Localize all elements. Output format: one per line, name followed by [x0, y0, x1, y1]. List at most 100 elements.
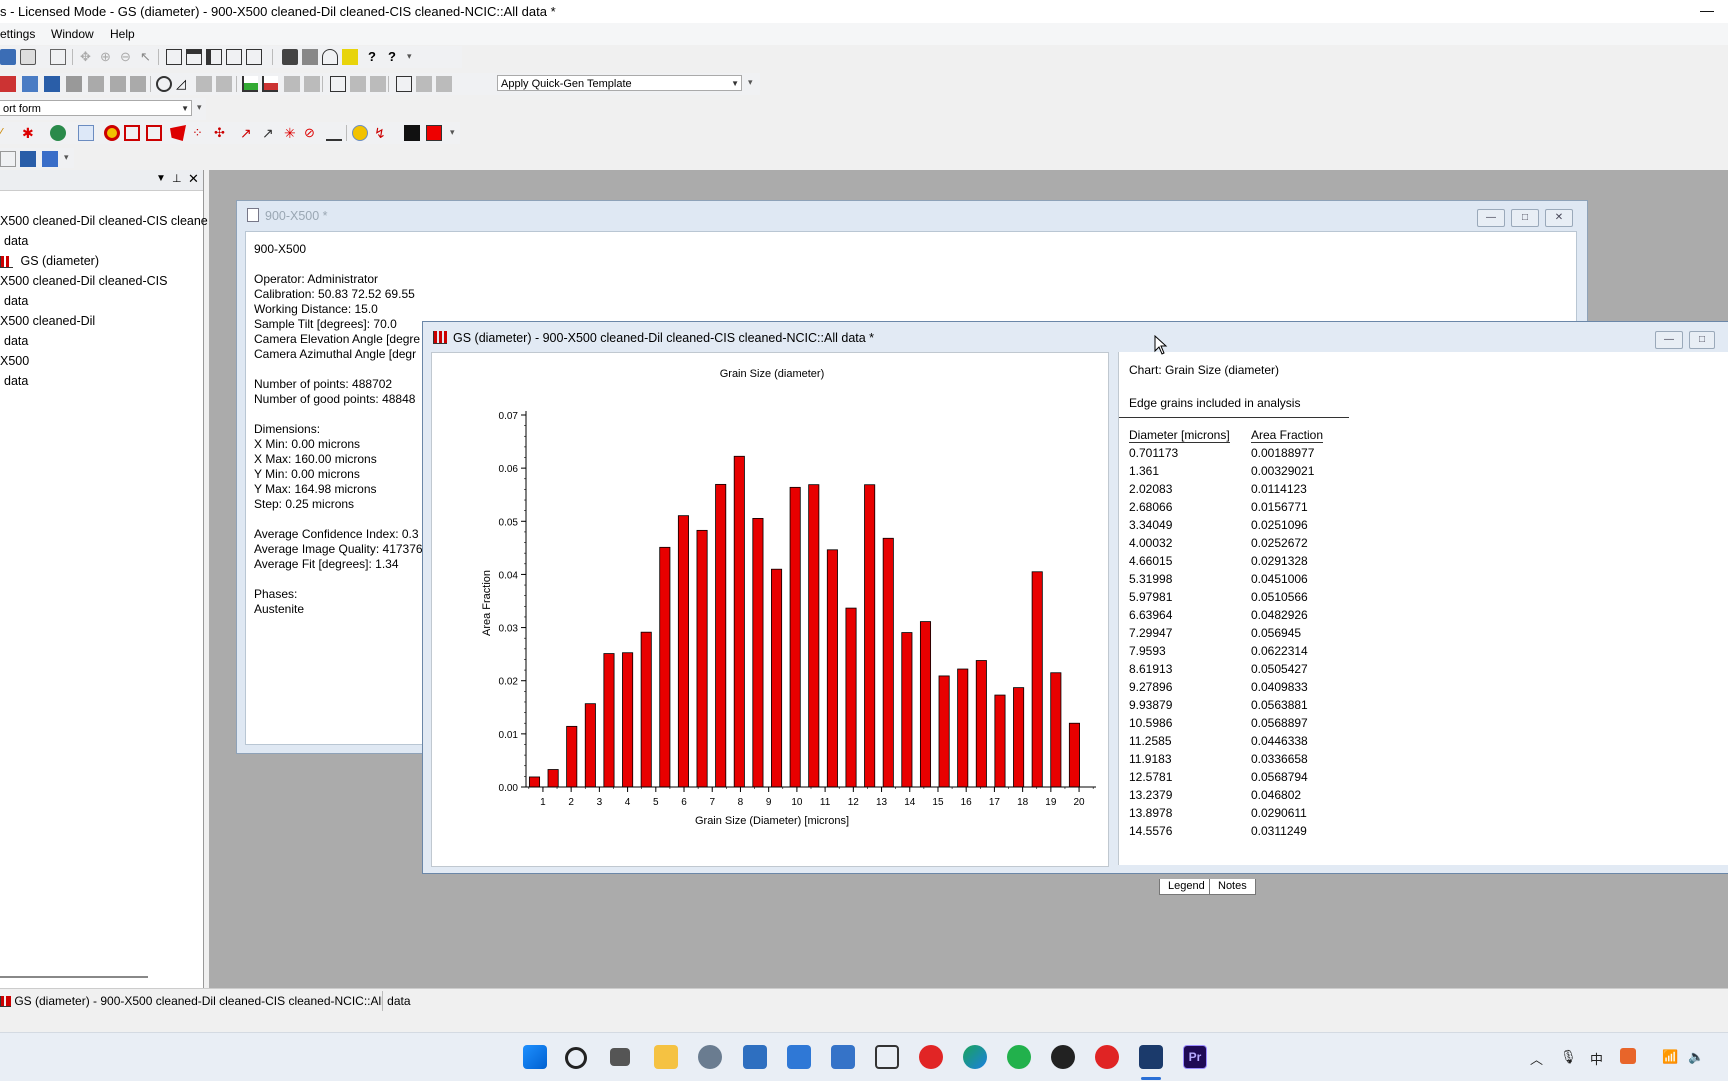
pole-figure-icon[interactable] [156, 76, 172, 92]
maximize-button[interactable]: □ [1511, 209, 1539, 227]
cascade-icon[interactable] [166, 49, 182, 65]
file-explorer-icon[interactable] [654, 1045, 678, 1069]
netease-icon[interactable] [919, 1045, 943, 1069]
tree-item[interactable]: data [4, 374, 28, 388]
histogram-icon[interactable] [262, 76, 278, 92]
report-form-dropdown[interactable]: ort form ▼ [0, 100, 192, 116]
polygon-select-icon[interactable] [170, 125, 186, 141]
minimize-button[interactable]: — [1700, 2, 1714, 18]
pointer-icon[interactable]: ↖ [140, 49, 156, 65]
print-icon[interactable] [20, 49, 36, 65]
task-view-icon[interactable] [610, 1048, 630, 1066]
arrow-tool-icon[interactable]: ↗ [240, 125, 256, 141]
export-icon[interactable] [282, 49, 298, 65]
premiere-icon[interactable]: Pr [1183, 1045, 1207, 1069]
frame-icon[interactable] [0, 151, 16, 167]
line-tool-icon[interactable]: ↗ [262, 125, 278, 141]
tree-item[interactable]: X500 [0, 354, 29, 368]
search-icon[interactable] [565, 1047, 587, 1069]
tree-item[interactable]: X500 cleaned-Dil cleaned-CIS cleane [0, 214, 208, 228]
disabled-icon-7 [284, 76, 300, 92]
link-icon[interactable]: ↯ [374, 125, 390, 141]
wifi-icon[interactable]: 📶 [1662, 1049, 1678, 1065]
text-report-icon[interactable] [330, 76, 346, 92]
tab-notes[interactable]: Notes [1209, 879, 1256, 895]
network-icon[interactable] [42, 151, 58, 167]
map-icon[interactable] [0, 76, 16, 92]
chart-window[interactable]: GS (diameter) - 900-X500 cleaned-Dil cle… [422, 321, 1728, 895]
box-select-icon[interactable] [146, 125, 162, 141]
horizontal-scrollbar[interactable] [0, 976, 148, 978]
tree-item[interactable]: data [4, 234, 28, 248]
wechat-icon[interactable] [1007, 1045, 1031, 1069]
gray-box-icon[interactable] [302, 49, 318, 65]
tree-item[interactable]: data [4, 294, 28, 308]
calendar-icon[interactable] [787, 1045, 811, 1069]
tree-item[interactable]: GS (diameter) [0, 254, 99, 268]
help-icon[interactable]: ? [368, 49, 384, 65]
gauge-icon[interactable] [322, 49, 338, 65]
star-tool-icon[interactable]: ✳ [284, 125, 300, 141]
point-select-icon[interactable] [78, 125, 94, 141]
pin-icon[interactable]: ⊥ [172, 172, 182, 185]
volume-icon[interactable]: 🔈 [1688, 1049, 1704, 1065]
red-color-icon[interactable] [426, 125, 442, 141]
chart-icon[interactable] [242, 76, 258, 92]
qq-icon[interactable] [1051, 1045, 1075, 1069]
microphone-icon[interactable]: 🎙 [1560, 1049, 1577, 1065]
quick-gen-template-dropdown[interactable]: Apply Quick-Gen Template ▼ [497, 75, 742, 91]
grain-select-icon[interactable] [124, 125, 140, 141]
highlight-toggle-icon[interactable] [352, 125, 368, 141]
tree-item[interactable]: X500 cleaned-Dil cleaned-CIS [0, 274, 167, 288]
arrange-icon[interactable] [226, 49, 242, 65]
eraser-icon[interactable]: ⊘ [304, 125, 320, 141]
tile-horizontal-icon[interactable] [186, 49, 202, 65]
calculator-icon[interactable] [743, 1045, 767, 1069]
save-icon[interactable] [0, 49, 16, 65]
gear-red-icon[interactable]: ✱ [22, 125, 38, 141]
close-button[interactable]: ✕ [1545, 209, 1573, 227]
menu-settings[interactable]: ettings [0, 27, 35, 41]
settings-icon[interactable] [698, 1045, 722, 1069]
chevron-down-icon[interactable]: ▼ [156, 173, 166, 184]
close-icon[interactable]: ✕ [188, 171, 199, 187]
menu-help[interactable]: Help [110, 27, 135, 41]
triangle-icon[interactable]: ◿ [176, 76, 192, 92]
highlight-icon[interactable] [342, 49, 358, 65]
wand-icon[interactable]: ⁄ [0, 125, 16, 141]
tile-vertical-icon[interactable] [206, 49, 222, 65]
tray-app-icon[interactable] [1620, 1048, 1636, 1064]
globe-icon[interactable] [50, 125, 66, 141]
maximize-button[interactable]: □ [1689, 331, 1715, 349]
ruler-icon[interactable] [326, 125, 342, 141]
chevron-up-icon[interactable]: ︿ [1530, 1049, 1543, 1068]
edge-icon[interactable] [963, 1045, 987, 1069]
zoom-in-icon[interactable]: ⊕ [100, 49, 116, 65]
grain-map-icon[interactable] [44, 76, 60, 92]
store-icon[interactable] [831, 1045, 855, 1069]
status-active-window[interactable]: GS (diameter) - 900-X500 cleaned-Dil cle… [0, 994, 411, 1008]
scatter-icon[interactable]: ⁘ [192, 125, 208, 141]
zoom-out-icon[interactable]: ⊖ [120, 49, 136, 65]
window-list-icon[interactable] [246, 49, 262, 65]
context-help-icon[interactable]: ? [388, 49, 404, 65]
page-setup-icon[interactable] [50, 49, 66, 65]
ime-indicator[interactable]: 中 [1590, 1049, 1603, 1068]
black-color-icon[interactable] [404, 125, 420, 141]
template-icon[interactable] [396, 76, 412, 92]
boundary-icon[interactable]: ✣ [214, 125, 230, 141]
tree-item[interactable]: data [4, 334, 28, 348]
tab-legend[interactable]: Legend [1159, 879, 1214, 895]
blue-map-icon[interactable] [20, 151, 36, 167]
minimize-button[interactable]: — [1477, 209, 1505, 227]
tree-item[interactable]: X500 cleaned-Dil [0, 314, 95, 328]
radio-icon[interactable] [875, 1045, 899, 1069]
menu-window[interactable]: Window [51, 27, 94, 41]
oim-app-icon[interactable] [1139, 1045, 1163, 1069]
windows-start-icon[interactable] [523, 1045, 547, 1069]
music-icon[interactable] [1095, 1045, 1119, 1069]
circle-select-icon[interactable] [104, 125, 120, 141]
minimize-button[interactable]: — [1655, 331, 1683, 349]
pan-icon[interactable]: ✥ [80, 49, 96, 65]
ipf-map-icon[interactable] [22, 76, 38, 92]
